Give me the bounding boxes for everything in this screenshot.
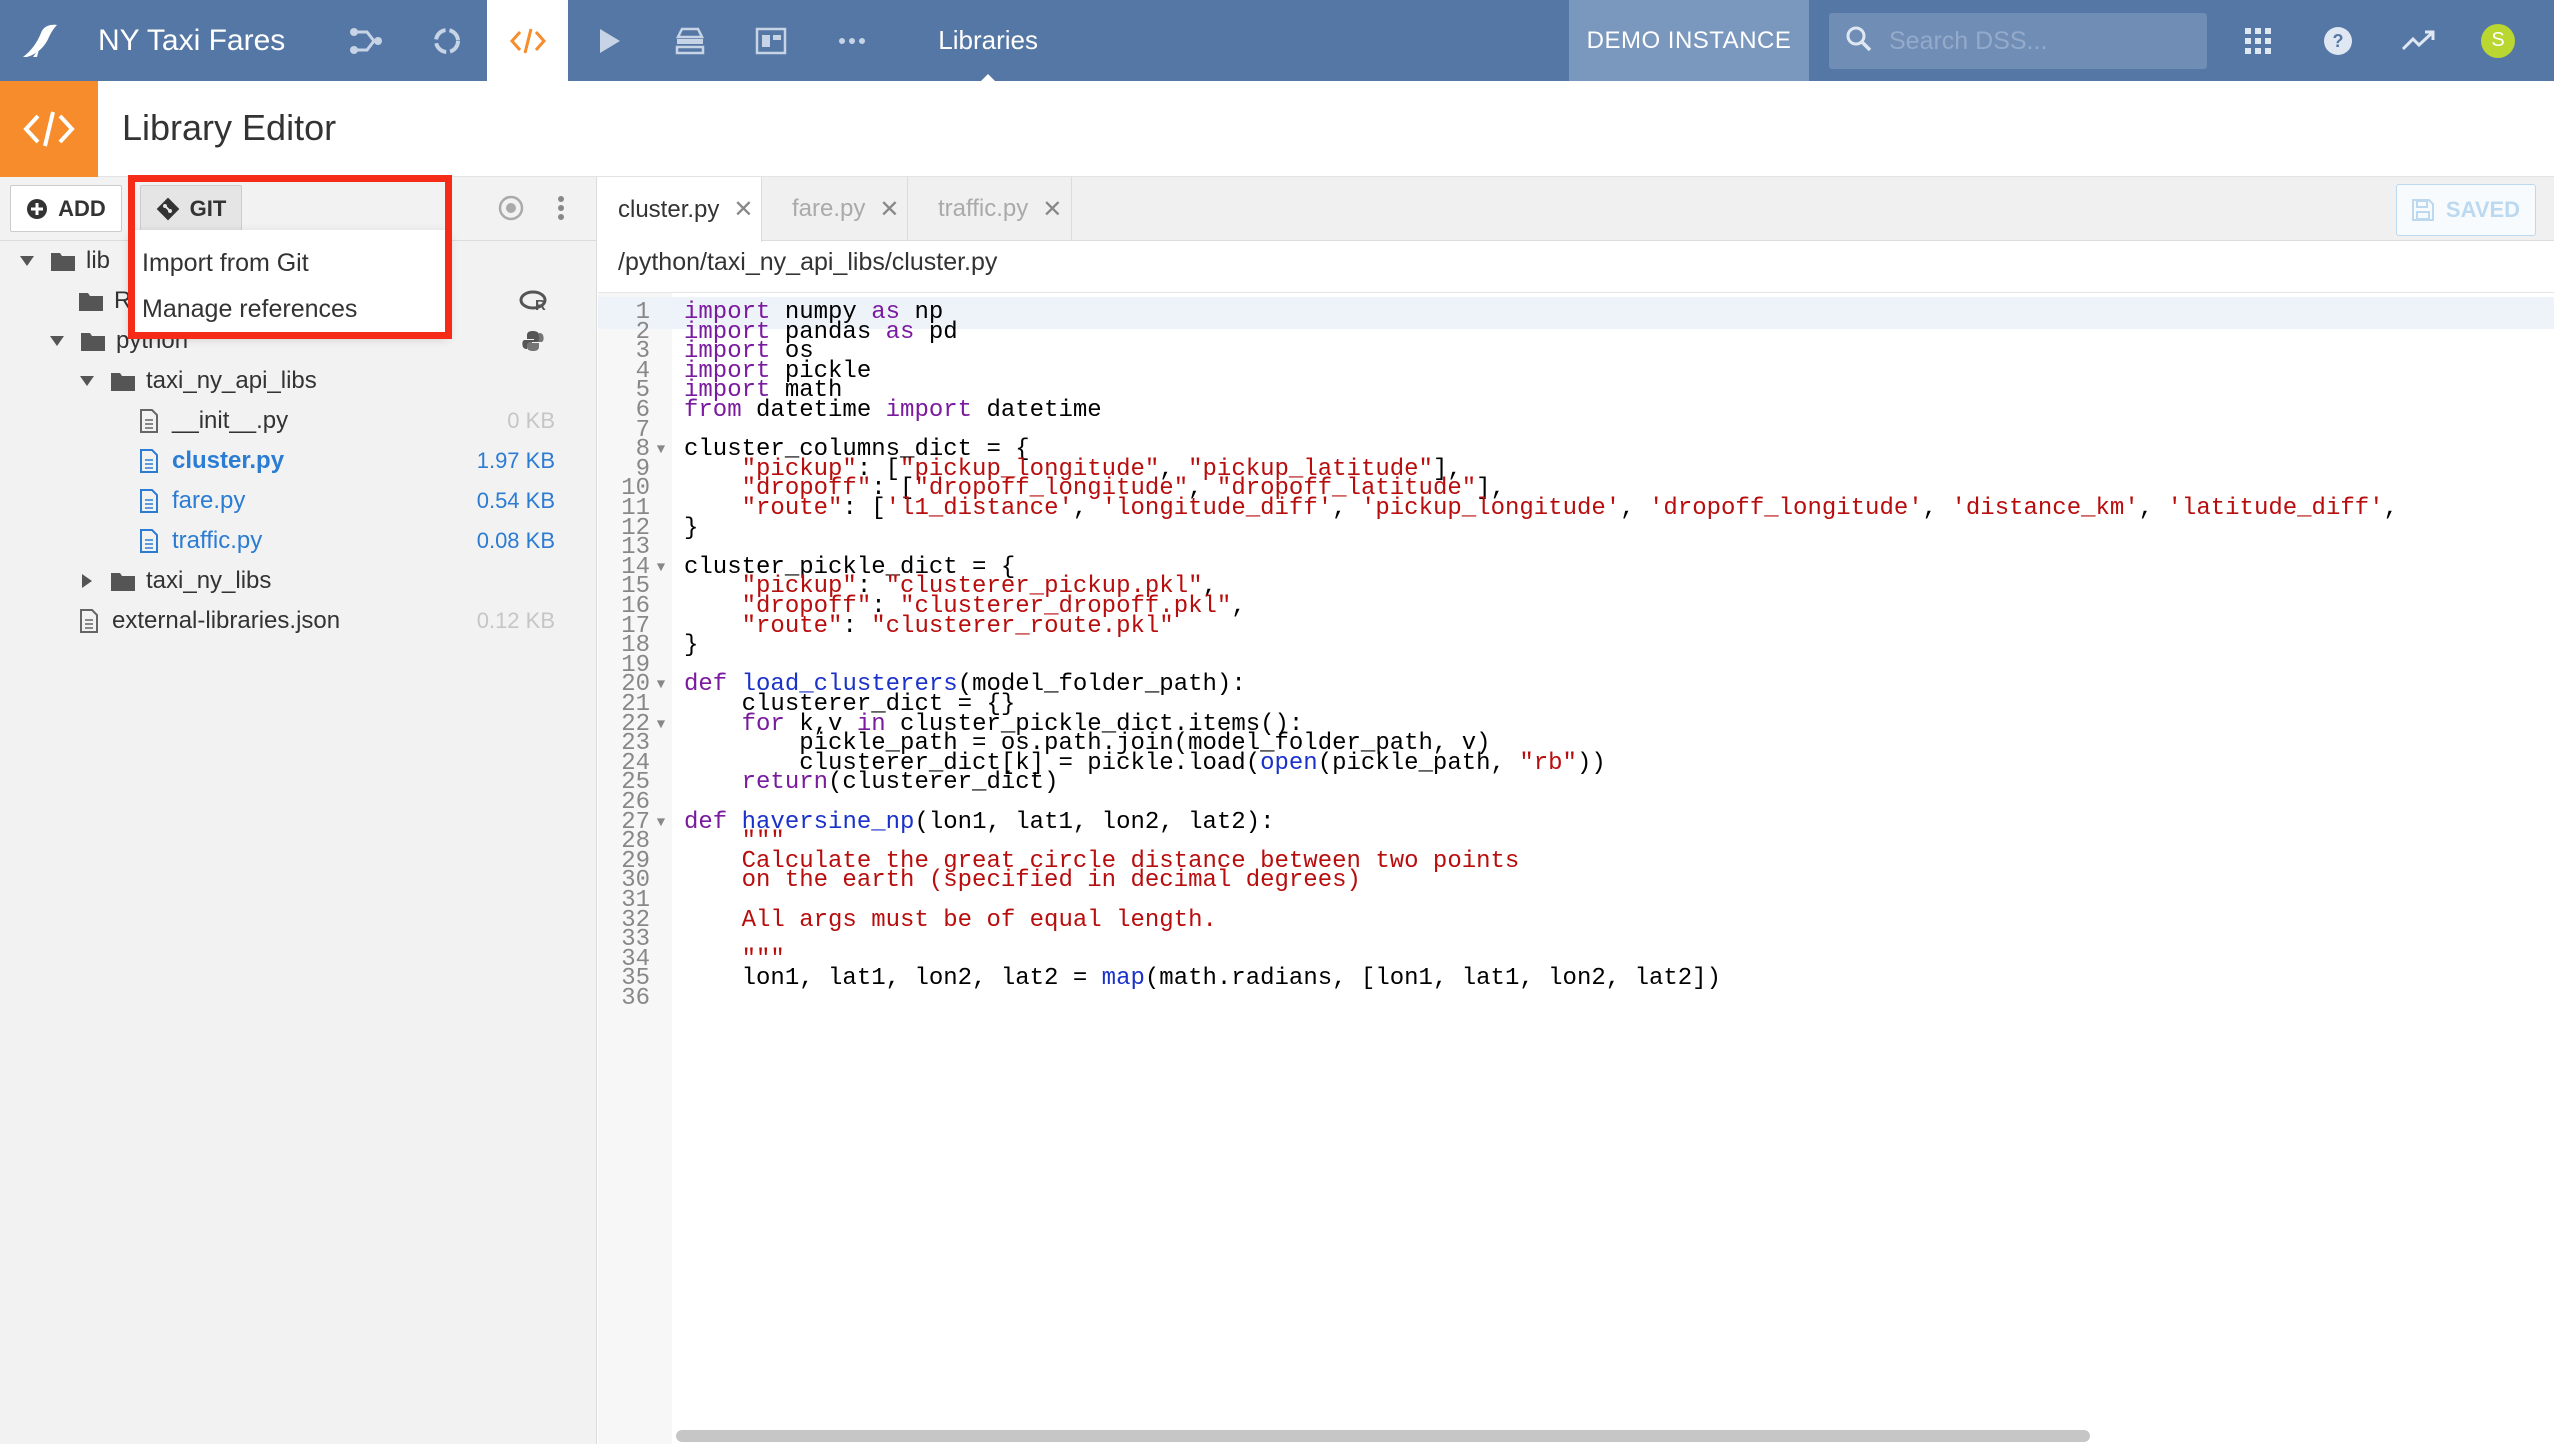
tree-file-traffic[interactable]: traffic.py — [136, 521, 262, 561]
play-icon[interactable] — [568, 0, 649, 81]
search-box[interactable] — [1829, 13, 2207, 69]
file-icon — [76, 609, 102, 633]
caret-down-icon[interactable] — [16, 255, 38, 267]
add-button[interactable]: ADD — [10, 185, 122, 232]
tab-label: traffic.py — [938, 195, 1029, 222]
close-icon[interactable]: ✕ — [733, 195, 753, 224]
tree-file-fare[interactable]: fare.py — [136, 481, 245, 521]
editor-tabs-bar: cluster.py ✕ fare.py ✕ traffic.py ✕ — [598, 177, 2554, 242]
more-vertical-icon[interactable] — [542, 189, 580, 227]
plus-circle-icon — [26, 198, 48, 220]
file-size: 0 KB — [507, 408, 555, 433]
tree-item-label: external-libraries.json — [112, 607, 341, 634]
tree-file-cluster[interactable]: cluster.py — [136, 441, 284, 481]
tree-folder-lib[interactable]: lib — [16, 241, 110, 281]
file-path: /python/taxi_ny_api_libs/cluster.py — [618, 248, 998, 276]
project-title[interactable]: NY Taxi Fares — [98, 24, 285, 58]
close-icon[interactable]: ✕ — [1042, 195, 1062, 224]
tree-item-label: cluster.py — [172, 447, 285, 474]
caret-down-icon[interactable] — [46, 335, 68, 347]
horizontal-scrollbar[interactable] — [676, 1430, 2090, 1442]
caret-right-icon[interactable] — [76, 573, 98, 589]
file-icon — [136, 449, 162, 473]
flow-icon[interactable] — [325, 0, 406, 81]
file-icon — [136, 489, 162, 513]
tree-file-external-libraries[interactable]: external-libraries.json — [76, 601, 340, 641]
activity-icon[interactable] — [2378, 0, 2458, 81]
code-icon — [0, 81, 98, 177]
demo-instance-badge: DEMO INSTANCE — [1569, 0, 1809, 81]
tab-fare-py[interactable]: fare.py ✕ — [762, 177, 908, 241]
search-input[interactable] — [1889, 26, 2189, 56]
apps-grid-icon[interactable] — [2218, 0, 2298, 81]
add-button-label: ADD — [58, 195, 106, 221]
library-sidebar: ADD GIT lib R R python taxi_ny_api_libs … — [0, 177, 597, 1444]
tree-folder-taxi-ny-libs[interactable]: taxi_ny_libs — [76, 561, 271, 601]
tree-folder-r[interactable]: R — [78, 281, 131, 321]
file-size: 1.97 KB — [476, 448, 555, 473]
help-icon[interactable]: ? — [2298, 0, 2378, 81]
current-section-label[interactable]: Libraries — [938, 0, 1038, 81]
more-icon[interactable] — [811, 0, 892, 81]
svg-text:R: R — [535, 297, 546, 312]
page-header: Library Editor — [0, 81, 2554, 177]
tab-label: cluster.py — [618, 195, 720, 223]
saved-label: SAVED — [2445, 197, 2521, 222]
search-icon — [1845, 25, 1873, 58]
bird-logo-icon[interactable] — [0, 0, 81, 81]
tree-item-label: traffic.py — [172, 527, 263, 554]
target-icon[interactable] — [492, 189, 530, 227]
folder-icon — [80, 330, 106, 352]
dashboard-icon[interactable] — [730, 0, 811, 81]
folder-icon — [50, 250, 76, 272]
file-size: 0.08 KB — [476, 528, 555, 553]
code-icon[interactable] — [487, 0, 569, 81]
tree-folder-taxi-ny-api-libs[interactable]: taxi_ny_api_libs — [76, 361, 317, 401]
r-language-icon: R — [518, 286, 548, 316]
folder-icon — [78, 290, 104, 312]
folder-icon — [110, 570, 136, 592]
file-size: 0.12 KB — [476, 608, 555, 633]
tab-traffic-py[interactable]: traffic.py ✕ — [908, 177, 1072, 241]
file-icon — [136, 409, 162, 433]
cycle-icon[interactable] — [406, 0, 487, 81]
saved-button[interactable]: SAVED — [2396, 184, 2536, 236]
avatar: S — [2481, 23, 2515, 58]
tree-item-label: lib — [86, 247, 111, 274]
save-icon — [2411, 199, 2434, 221]
caret-down-icon[interactable] — [76, 375, 98, 387]
tree-item-label: taxi_ny_api_libs — [146, 367, 317, 394]
svg-text:?: ? — [2333, 31, 2344, 51]
tree-item-label: taxi_ny_libs — [146, 567, 272, 594]
tree-item-label: fare.py — [172, 487, 246, 514]
tree-item-label: __init__.py — [172, 407, 289, 434]
tab-label: fare.py — [792, 195, 866, 222]
file-icon — [136, 529, 162, 553]
user-avatar[interactable]: S — [2458, 0, 2538, 81]
close-icon[interactable]: ✕ — [879, 195, 899, 224]
tree-file-init[interactable]: __init__.py — [136, 401, 288, 441]
stack-icon[interactable] — [649, 0, 730, 81]
code-line[interactable]: 36 — [598, 983, 2554, 1015]
python-icon — [518, 326, 548, 356]
tab-cluster-py[interactable]: cluster.py ✕ — [598, 177, 762, 242]
page-title: Library Editor — [122, 107, 337, 148]
file-size: 0.54 KB — [476, 488, 555, 513]
code-editor[interactable]: 1 import numpy as np 2 import pandas as pd 3… — [598, 292, 2554, 1444]
folder-icon — [110, 370, 136, 392]
highlight-box — [128, 175, 452, 339]
line-number: 36 — [621, 985, 650, 1012]
